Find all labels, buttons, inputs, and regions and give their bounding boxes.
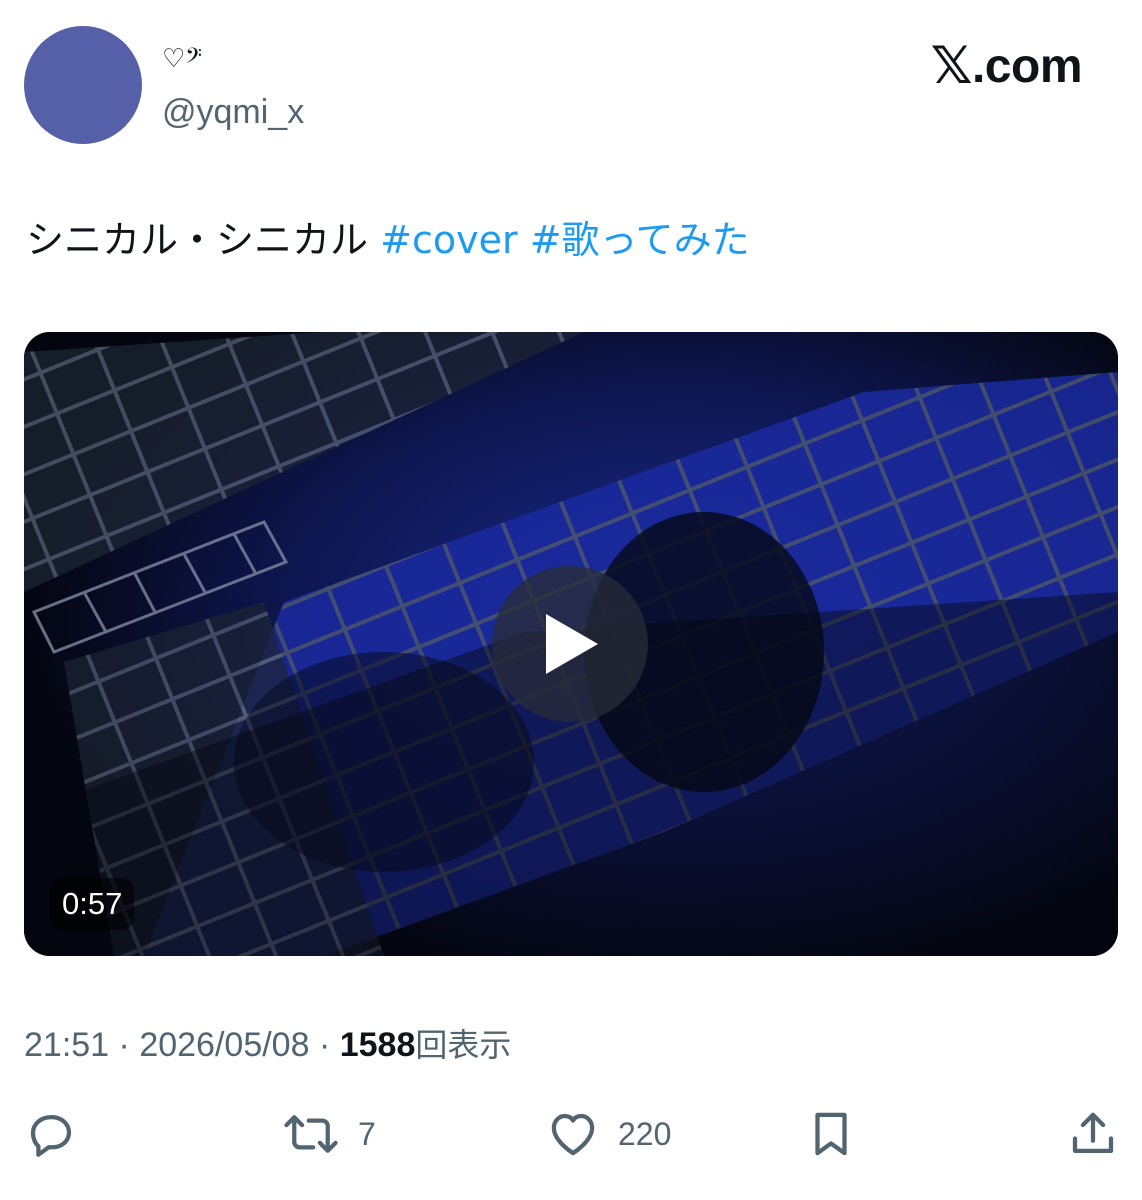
tweet-body: シニカル・シニカル (26, 218, 369, 262)
user-handle[interactable]: @yqmi_x (162, 92, 304, 132)
retweet-count: 7 (358, 1115, 376, 1152)
bookmark-button[interactable] (804, 1102, 858, 1166)
avatar[interactable] (24, 26, 142, 144)
x-logo: 𝕏 .com (930, 36, 1083, 96)
retweet-button[interactable]: 7 (282, 1102, 376, 1166)
play-icon (546, 614, 598, 674)
reply-icon (30, 1114, 72, 1157)
x-icon: 𝕏 (930, 36, 973, 96)
retweet-icon (284, 1115, 338, 1153)
meta-separator: · (118, 1026, 130, 1064)
heart-icon (551, 1113, 595, 1156)
tweet-time[interactable]: 21:51 (24, 1026, 109, 1064)
hashtag-cover[interactable]: #cover (380, 218, 517, 262)
tweet-meta: 21:51 · 2026/05/08 · 1588回表示 (24, 1022, 511, 1068)
play-button[interactable] (492, 566, 648, 722)
hashtag-utattemita[interactable]: #歌ってみた (530, 218, 750, 262)
action-bar: 7 220 (0, 1102, 1142, 1166)
like-count: 220 (618, 1115, 672, 1152)
display-name[interactable]: ♡𝄢 (162, 44, 202, 74)
bookmark-icon (815, 1112, 847, 1156)
meta-separator-2: · (318, 1026, 331, 1064)
like-button[interactable]: 220 (546, 1102, 671, 1166)
tweet-date[interactable]: 2026/05/08 (139, 1026, 309, 1064)
x-logo-text: .com (971, 39, 1083, 93)
share-icon (1072, 1112, 1114, 1154)
views-count[interactable]: 1588 (340, 1026, 416, 1064)
video-duration: 0:57 (50, 878, 135, 930)
share-button[interactable] (1066, 1102, 1120, 1166)
views-label: 回表示 (415, 1026, 512, 1064)
reply-button[interactable] (24, 1102, 78, 1166)
tweet-text: シニカル・シニカル #cover #歌ってみた (26, 214, 750, 266)
